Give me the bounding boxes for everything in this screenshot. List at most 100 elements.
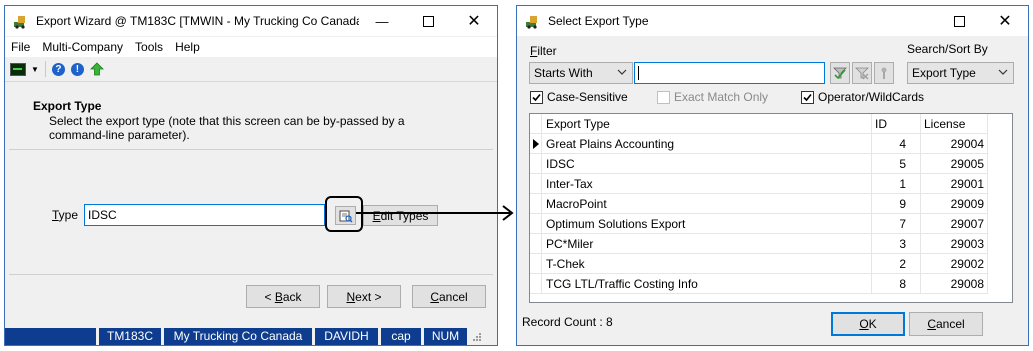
- column-header-id[interactable]: ID: [872, 114, 921, 134]
- filter-clear-icon: [855, 67, 869, 80]
- cell-license[interactable]: 29002: [921, 254, 988, 274]
- cell-export-type[interactable]: Inter-Tax: [542, 174, 872, 194]
- cell-license[interactable]: 29001: [921, 174, 988, 194]
- cell-export-type[interactable]: Great Plains Accounting: [542, 134, 872, 154]
- section-title: Export Type: [33, 99, 102, 113]
- cell-id[interactable]: 7: [872, 214, 921, 234]
- row-selector[interactable]: [530, 154, 542, 174]
- row-selector[interactable]: [530, 274, 542, 294]
- cancel-label: Cancel: [430, 289, 468, 304]
- help-icon[interactable]: ?: [51, 62, 65, 76]
- cell-export-type[interactable]: T-Chek: [542, 254, 872, 274]
- dialog-title: Select Export Type: [548, 14, 649, 28]
- next-button[interactable]: Next >: [327, 285, 401, 308]
- cell-export-type[interactable]: MacroPoint: [542, 194, 872, 214]
- close-button[interactable]: ✕: [451, 6, 497, 36]
- case-sensitive-checkbox[interactable]: Case-Sensitive: [530, 90, 628, 104]
- column-header-license[interactable]: License: [921, 114, 988, 134]
- row-selector[interactable]: [530, 214, 542, 234]
- clear-filter-button[interactable]: [852, 62, 872, 84]
- cell-license[interactable]: 29003: [921, 234, 988, 254]
- menu-tools[interactable]: Tools: [129, 40, 169, 54]
- row-selector[interactable]: [530, 234, 542, 254]
- lookup-search-icon: [339, 210, 353, 223]
- dialog-titlebar: Select Export Type ✕: [517, 6, 1028, 36]
- cell-export-type[interactable]: IDSC: [542, 154, 872, 174]
- search-sort-select[interactable]: Export Type: [907, 62, 1014, 84]
- record-count: Record Count : 8: [522, 315, 613, 329]
- filter-options-button[interactable]: [874, 62, 894, 84]
- cell-license[interactable]: 29005: [921, 154, 988, 174]
- cell-id[interactable]: 3: [872, 234, 921, 254]
- row-selector[interactable]: [530, 134, 542, 154]
- info-icon[interactable]: !: [70, 62, 84, 76]
- case-sensitive-label: Case-Sensitive: [547, 90, 628, 104]
- type-label-text: ype: [58, 208, 79, 222]
- export-wizard-window: Export Wizard @ TM183C [TMWIN - My Truck…: [4, 5, 498, 346]
- wizard-title: Export Wizard @ TM183C [TMWIN - My Truck…: [36, 14, 359, 28]
- arrow-up-icon[interactable]: [89, 62, 104, 76]
- footer-divider: [9, 274, 493, 275]
- cell-id[interactable]: 2: [872, 254, 921, 274]
- minimize-button[interactable]: —: [359, 6, 405, 36]
- chevron-down-icon: [617, 69, 627, 75]
- type-field[interactable]: IDSC: [84, 204, 325, 226]
- dialog-cancel-button[interactable]: Cancel: [909, 312, 983, 336]
- export-type-grid[interactable]: Export Type ID License Great Plains Acco…: [529, 113, 1013, 303]
- wizard-toolbar: ▼ ? !: [5, 57, 497, 82]
- lookup-button[interactable]: [335, 206, 356, 225]
- type-field-value: IDSC: [88, 208, 117, 222]
- status-spacer: [5, 328, 96, 345]
- status-computer: TM183C: [99, 328, 161, 345]
- maximize-button[interactable]: [405, 6, 451, 36]
- cell-id[interactable]: 5: [872, 154, 921, 174]
- cell-id[interactable]: 9: [872, 194, 921, 214]
- menu-help[interactable]: Help: [169, 40, 206, 54]
- cell-license[interactable]: 29009: [921, 194, 988, 214]
- close-button[interactable]: ✕: [982, 6, 1028, 36]
- row-selector[interactable]: [530, 194, 542, 214]
- pin-icon: [881, 67, 887, 79]
- maximize-button[interactable]: [936, 6, 982, 36]
- cell-license[interactable]: 29004: [921, 134, 988, 154]
- filter-mode-select[interactable]: Starts With: [529, 62, 633, 84]
- cell-export-type[interactable]: PC*Miler: [542, 234, 872, 254]
- operator-wildcards-checkbox[interactable]: Operator/WildCards: [801, 90, 924, 104]
- row-selector[interactable]: [530, 254, 542, 274]
- wizard-statusbar: TM183C My Trucking Co Canada DAVIDH cap …: [5, 328, 497, 345]
- back-button[interactable]: < Back: [246, 285, 320, 308]
- checkmark-icon: [803, 93, 812, 101]
- monitor-icon[interactable]: [10, 62, 26, 76]
- filter-mode-value: Starts With: [534, 66, 593, 80]
- cell-license[interactable]: 29007: [921, 214, 988, 234]
- row-selector[interactable]: [530, 174, 542, 194]
- exact-match-label: Exact Match Only: [674, 90, 769, 104]
- type-label: Type: [52, 208, 79, 222]
- menu-file[interactable]: File: [5, 40, 36, 54]
- ok-button[interactable]: OK: [831, 312, 905, 336]
- apply-filter-button[interactable]: [830, 62, 850, 84]
- section-description: Select the export type (note that this s…: [49, 114, 405, 142]
- text-cursor: [638, 66, 639, 80]
- operator-wildcards-label: Operator/WildCards: [818, 90, 925, 104]
- resize-grip-icon[interactable]: [470, 332, 482, 344]
- header-divider: [9, 149, 493, 150]
- column-header-export-type[interactable]: Export Type: [542, 114, 872, 134]
- case-sensitive-box: [530, 90, 543, 104]
- chevron-down-icon[interactable]: ▼: [31, 65, 39, 74]
- menu-multi-company[interactable]: Multi-Company: [36, 40, 129, 54]
- cell-id[interactable]: 4: [872, 134, 921, 154]
- cell-id[interactable]: 8: [872, 274, 921, 294]
- back-label: < Back: [264, 289, 302, 304]
- exact-match-checkbox[interactable]: Exact Match Only: [657, 90, 768, 104]
- callout-arrow: [356, 205, 514, 221]
- cell-license[interactable]: 29008: [921, 274, 988, 294]
- status-caps: cap: [381, 328, 421, 345]
- cell-export-type[interactable]: TCG LTL/Traffic Costing Info: [542, 274, 872, 294]
- cancel-button[interactable]: Cancel: [412, 285, 486, 308]
- wizard-section-header: Export Type: [33, 99, 101, 113]
- search-sort-label: Search/Sort By: [907, 42, 988, 56]
- filter-input[interactable]: [634, 62, 825, 84]
- cell-id[interactable]: 1: [872, 174, 921, 194]
- cell-export-type[interactable]: Optimum Solutions Export: [542, 214, 872, 234]
